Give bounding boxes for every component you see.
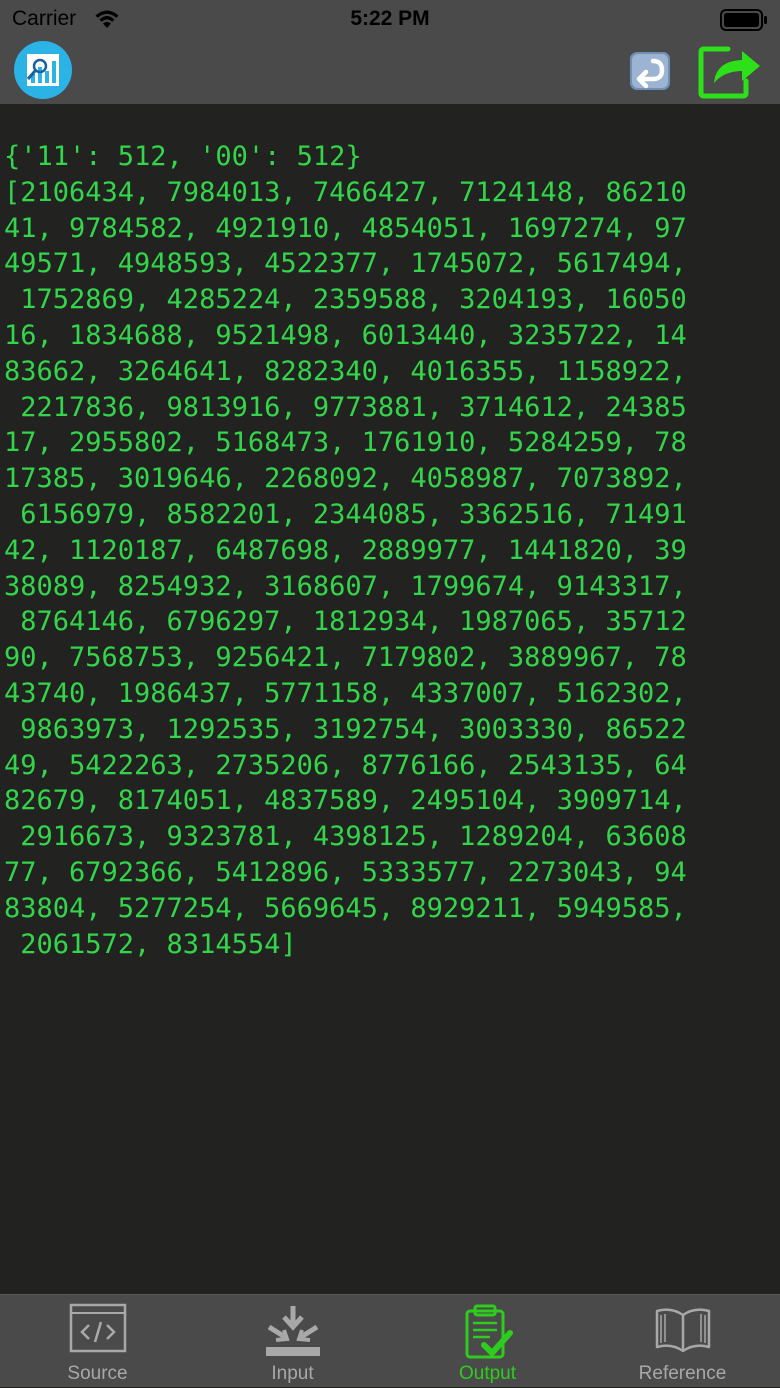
output-line: 49571, 4948593, 4522377, 1745072, 561749…: [4, 248, 687, 280]
output-line: 1752869, 4285224, 2359588, 3204193, 1605…: [4, 284, 687, 316]
output-line: [2106434, 7984013, 7466427, 7124148, 862…: [4, 176, 687, 208]
tab-input[interactable]: Input: [195, 1295, 390, 1388]
output-line: 49, 5422263, 2735206, 8776166, 2543135, …: [4, 749, 687, 781]
output-line: {'11': 512, '00': 512}: [4, 141, 362, 172]
output-line: 77, 6792366, 5412896, 5333577, 2273043, …: [4, 856, 687, 888]
output-line: 42, 1120187, 6487698, 2889977, 1441820, …: [4, 534, 687, 566]
output-line: 16, 1834688, 9521498, 6013440, 3235722, …: [4, 319, 687, 351]
output-line: 8764146, 6796297, 1812934, 1987065, 3571…: [4, 606, 687, 638]
output-line: 41, 9784582, 4921910, 4854051, 1697274, …: [4, 212, 687, 244]
code-icon: [69, 1303, 126, 1353]
output-line: 17385, 3019646, 2268092, 4058987, 707389…: [4, 463, 687, 495]
output-text: {'11': 512, '00': 512} [2106434, 7984013…: [4, 139, 776, 962]
tab-label: Input: [271, 1363, 314, 1384]
tab-label: Reference: [638, 1363, 727, 1384]
output-line: 6156979, 8582201, 2344085, 3362516, 7149…: [4, 498, 687, 530]
tab-source[interactable]: Source: [0, 1295, 195, 1388]
battery-icon: [720, 9, 767, 31]
output-line: 2217836, 9813916, 9773881, 3714612, 2438…: [4, 391, 687, 423]
output-line: 83662, 3264641, 8282340, 4016355, 115892…: [4, 355, 687, 387]
status-bar: Carrier 5:22 PM: [0, 0, 780, 40]
output-line: 82679, 8174051, 4837589, 2495104, 390971…: [4, 785, 687, 817]
clipboard-check-icon: [465, 1304, 513, 1359]
output-line: 43740, 1986437, 5771158, 4337007, 516230…: [4, 677, 687, 709]
tab-bar: Source Input Output Reference: [0, 1294, 780, 1387]
chart-magnifier-logo-icon[interactable]: [14, 41, 72, 99]
nav-bar: [0, 40, 780, 104]
tab-label: Source: [67, 1363, 128, 1384]
tab-label: Output: [458, 1363, 517, 1384]
clock: 5:22 PM: [350, 7, 430, 30]
undo-arrow-icon[interactable]: [629, 51, 671, 91]
output-area[interactable]: {'11': 512, '00': 512} [2106434, 7984013…: [0, 104, 780, 1294]
output-line: 2061572, 8314554]: [4, 928, 297, 960]
output-line: 2916673, 9323781, 4398125, 1289204, 6360…: [4, 821, 687, 853]
output-line: 38089, 8254932, 3168607, 1799674, 914331…: [4, 570, 687, 602]
input-icon: [265, 1306, 320, 1356]
share-arrow-icon[interactable]: [698, 43, 764, 99]
output-line: 90, 7568753, 9256421, 7179802, 3889967, …: [4, 642, 687, 674]
book-icon: [655, 1308, 710, 1353]
output-line: 83804, 5277254, 5669645, 8929211, 594958…: [4, 892, 687, 924]
tab-output[interactable]: Output: [390, 1295, 585, 1388]
output-line: 17, 2955802, 5168473, 1761910, 5284259, …: [4, 427, 687, 459]
tab-reference[interactable]: Reference: [585, 1295, 780, 1388]
output-line: 9863973, 1292535, 3192754, 3003330, 8652…: [4, 713, 687, 745]
